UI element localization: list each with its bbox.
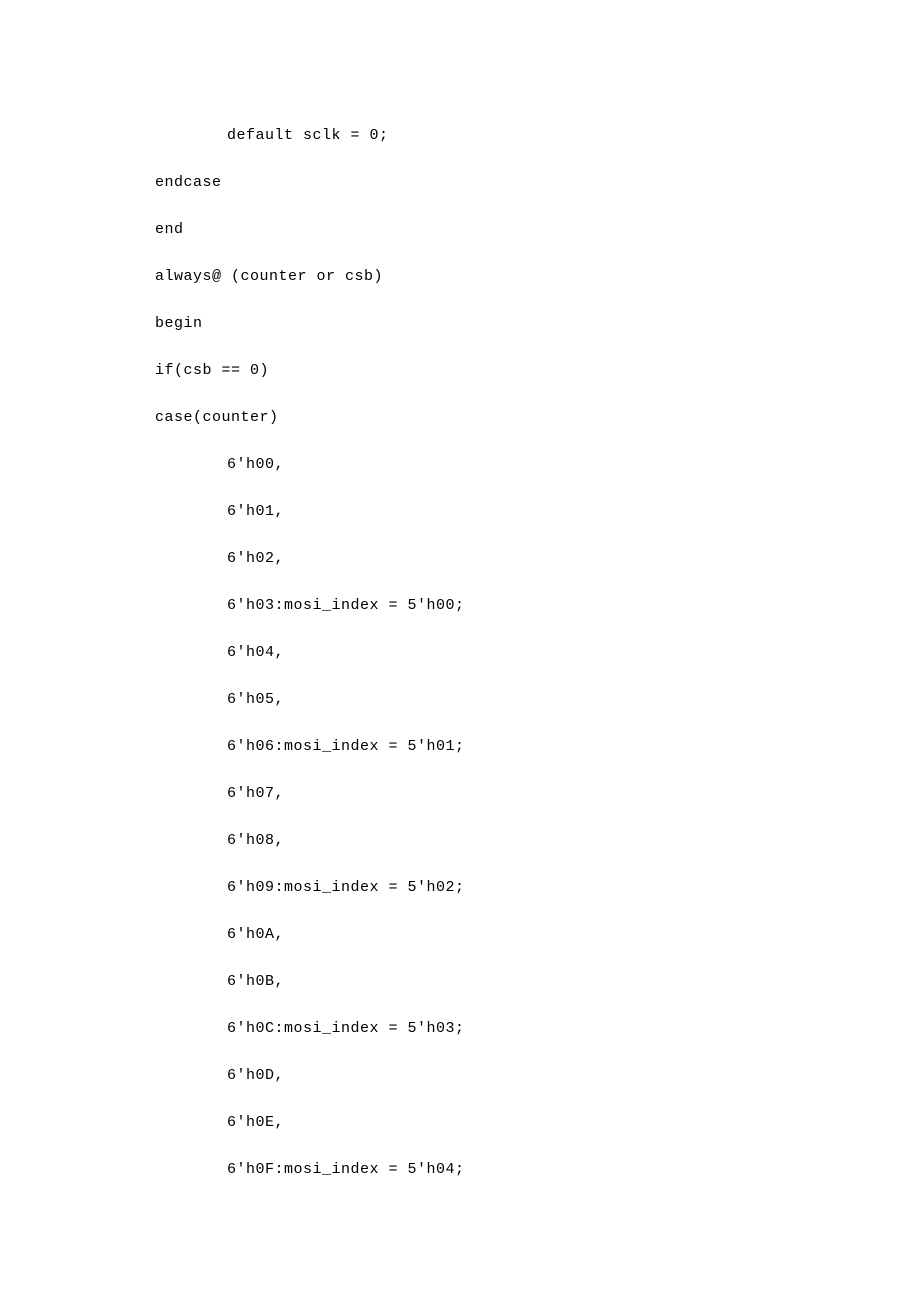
code-line: 6'h00, [155,457,920,472]
code-line: 6'h07, [155,786,920,801]
code-line: 6'h02, [155,551,920,566]
code-line: default sclk = 0; [155,128,920,143]
code-line: 6'h09:mosi_index = 5'h02; [155,880,920,895]
code-line: begin [155,316,920,331]
code-line: 6'h01, [155,504,920,519]
code-line: 6'h0F:mosi_index = 5'h04; [155,1162,920,1177]
code-line: 6'h0B, [155,974,920,989]
code-line: always@ (counter or csb) [155,269,920,284]
code-line: 6'h08, [155,833,920,848]
code-line: 6'h06:mosi_index = 5'h01; [155,739,920,754]
code-line: 6'h0C:mosi_index = 5'h03; [155,1021,920,1036]
code-line: 6'h0A, [155,927,920,942]
code-line: 6'h0E, [155,1115,920,1130]
code-line: 6'h03:mosi_index = 5'h00; [155,598,920,613]
document-page: default sclk = 0; endcase end always@ (c… [0,0,920,1302]
code-line: 6'h0D, [155,1068,920,1083]
code-line: if(csb == 0) [155,363,920,378]
code-line: case(counter) [155,410,920,425]
code-line: endcase [155,175,920,190]
code-line: end [155,222,920,237]
code-line: 6'h04, [155,645,920,660]
code-line: 6'h05, [155,692,920,707]
